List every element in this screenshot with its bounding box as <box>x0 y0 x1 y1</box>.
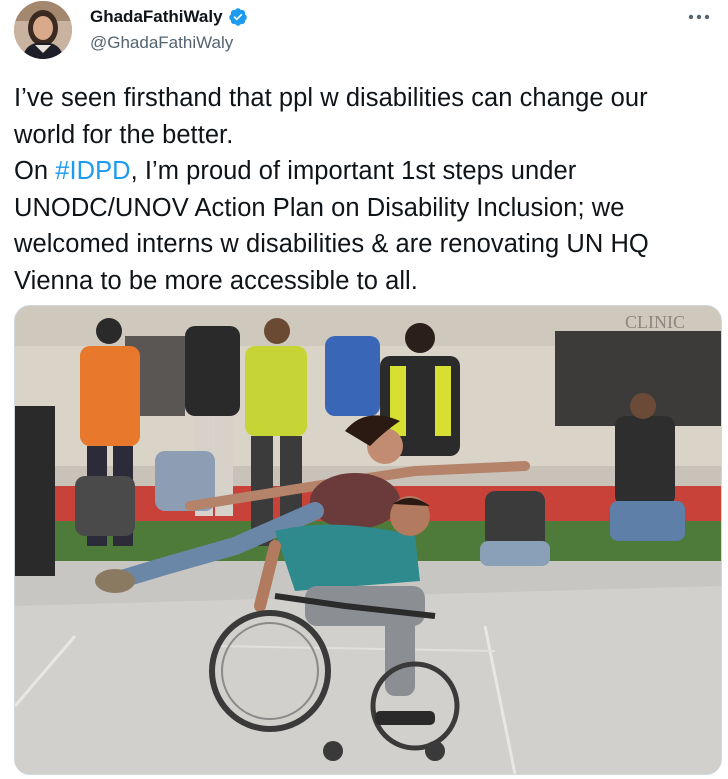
tweet-text: I’ve seen firsthand that ppl w disabilit… <box>14 80 714 299</box>
tweet-text-prefix: On <box>14 157 56 185</box>
more-options-button[interactable] <box>684 2 714 32</box>
building-sign: CLINIC <box>625 312 685 332</box>
avatar-image <box>14 1 72 59</box>
tweet-media[interactable]: CLINIC <box>14 305 722 775</box>
hashtag-link[interactable]: #IDPD <box>55 157 130 185</box>
author-names: GhadaFathiWaly @GhadaFathiWaly <box>90 6 248 54</box>
tweet: GhadaFathiWaly @GhadaFathiWaly I’ve seen… <box>0 0 728 779</box>
photo-dancers-wheelchair: CLINIC <box>15 306 721 774</box>
name-row: GhadaFathiWaly <box>90 6 248 28</box>
more-options-icon <box>688 14 710 20</box>
author-handle[interactable]: @GhadaFathiWaly <box>90 32 248 54</box>
verified-badge-icon <box>228 8 247 26</box>
tweet-header: GhadaFathiWaly @GhadaFathiWaly <box>14 0 714 64</box>
avatar[interactable] <box>14 1 72 59</box>
display-name[interactable]: GhadaFathiWaly <box>90 6 223 28</box>
tweet-text-line2: On #IDPD, I’m proud of important 1st ste… <box>14 153 714 299</box>
tweet-text-line1: I’ve seen firsthand that ppl w disabilit… <box>14 84 648 149</box>
